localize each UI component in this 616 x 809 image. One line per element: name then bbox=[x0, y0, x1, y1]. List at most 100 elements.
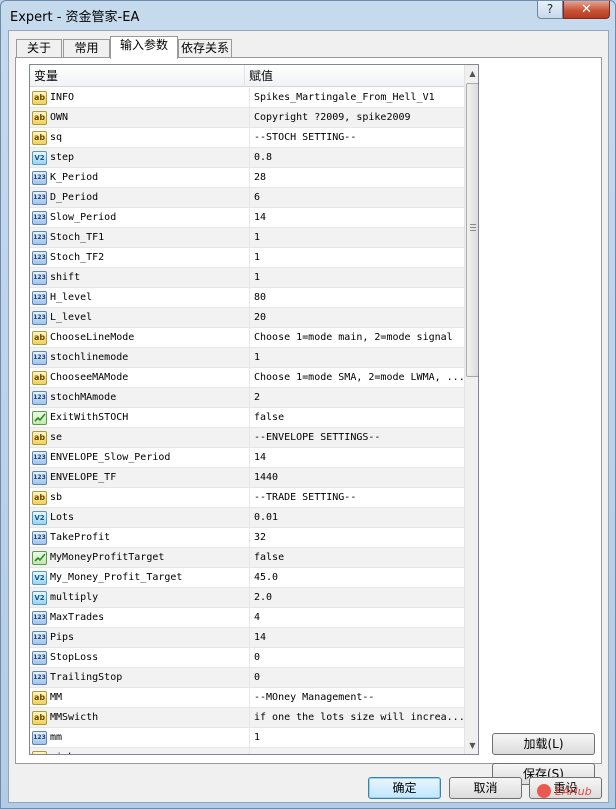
param-value[interactable]: 0.01 bbox=[249, 508, 463, 527]
param-value[interactable]: 2.0 bbox=[249, 588, 463, 607]
param-row[interactable]: 123 Pips 14 bbox=[30, 628, 464, 648]
param-name: ENVELOPE_TF bbox=[50, 472, 117, 483]
param-name: MyMoneyProfitTarget bbox=[50, 552, 165, 563]
param-row[interactable]: ab MM --MOney Management-- bbox=[30, 688, 464, 708]
param-value[interactable]: false bbox=[249, 548, 463, 567]
param-value[interactable]: if one the lots size will increa... bbox=[249, 708, 463, 727]
column-header-variable[interactable]: 变量 bbox=[30, 65, 245, 87]
ok-button[interactable]: 确定 bbox=[368, 777, 441, 799]
param-row[interactable]: 123 ENVELOPE_TF 1440 bbox=[30, 468, 464, 488]
param-value[interactable]: 2 bbox=[249, 388, 463, 407]
param-value[interactable]: 0 bbox=[249, 648, 463, 667]
param-value[interactable]: 14 bbox=[249, 628, 463, 647]
param-row[interactable]: ab se --ENVELOPE SETTINGS-- bbox=[30, 428, 464, 448]
string-type-icon: ab bbox=[32, 431, 47, 445]
tab-common[interactable]: 常用 bbox=[63, 39, 110, 58]
double-type-icon: V2 bbox=[32, 591, 47, 605]
param-value[interactable]: Choose 1=mode SMA, 2=mode LWMA, ... bbox=[249, 368, 463, 387]
param-row[interactable]: ab MMSwicth if one the lots size will incr… bbox=[30, 708, 464, 728]
param-value[interactable]: 1 bbox=[249, 348, 463, 367]
param-row[interactable]: 123 D_Period 6 bbox=[30, 188, 464, 208]
param-row[interactable]: 123 stochlinemode 1 bbox=[30, 348, 464, 368]
param-row[interactable]: V2 My_Money_Profit_Target 45.0 bbox=[30, 568, 464, 588]
param-row[interactable]: 123 Slow_Period 14 bbox=[30, 208, 464, 228]
param-row[interactable]: 123 H_level 80 bbox=[30, 288, 464, 308]
param-value[interactable]: 20 bbox=[249, 308, 463, 327]
close-button[interactable]: ✕ bbox=[563, 1, 610, 19]
param-row[interactable]: ab ChooseeMAMode Choose 1=mode SMA, 2=mode… bbox=[30, 368, 464, 388]
param-value[interactable]: 32 bbox=[249, 528, 463, 547]
param-name: INFO bbox=[50, 92, 75, 103]
param-row[interactable]: ab sq --STOCH SETTING-- bbox=[30, 128, 464, 148]
param-value[interactable]: --MOney Management-- bbox=[249, 688, 463, 707]
param-value[interactable]: 80 bbox=[249, 288, 463, 307]
param-name: MMSwicth bbox=[50, 712, 99, 723]
param-value[interactable]: Spikes_Martingale_From_Hell_V1 bbox=[249, 88, 463, 107]
param-value[interactable]: 14 bbox=[249, 208, 463, 227]
param-value[interactable]: 1 bbox=[249, 268, 463, 287]
watermark-icon bbox=[537, 784, 551, 798]
int-type-icon: 123 bbox=[32, 471, 47, 485]
param-value[interactable]: 4 bbox=[249, 608, 463, 627]
param-row[interactable]: MyMoneyProfitTarget false bbox=[30, 548, 464, 568]
param-name: Slow_Period bbox=[50, 212, 117, 223]
param-value[interactable]: 6 bbox=[249, 188, 463, 207]
param-value[interactable]: 28 bbox=[249, 168, 463, 187]
tab-about[interactable]: 关于 bbox=[16, 39, 62, 58]
int-type-icon: 123 bbox=[32, 651, 47, 665]
scroll-thumb[interactable] bbox=[466, 83, 478, 377]
param-name: MM bbox=[50, 692, 63, 703]
param-row[interactable]: 123 Stoch_TF2 1 bbox=[30, 248, 464, 268]
param-value[interactable]: --STOCH SETTING-- bbox=[249, 128, 463, 147]
param-row[interactable]: ab sb --TRADE SETTING-- bbox=[30, 488, 464, 508]
watermark-text: EAHub bbox=[555, 785, 592, 798]
param-row[interactable]: 123 K_Period 28 bbox=[30, 168, 464, 188]
int-type-icon: 123 bbox=[32, 531, 47, 545]
param-row[interactable]: V2 Lots 0.01 bbox=[30, 508, 464, 528]
tab-dependencies[interactable]: 依存关系 bbox=[178, 39, 232, 58]
param-value[interactable]: Choose 1=mode main, 2=mode signal bbox=[249, 328, 463, 347]
help-button[interactable]: ? bbox=[537, 1, 563, 19]
vertical-scrollbar[interactable]: ▲ ▼ bbox=[464, 65, 478, 754]
param-row[interactable]: 123 ENVELOPE_Slow_Period 14 bbox=[30, 448, 464, 468]
param-row[interactable]: ExitWithSTOCH false bbox=[30, 408, 464, 428]
param-row[interactable]: 123 L_level 20 bbox=[30, 308, 464, 328]
scroll-up-icon[interactable]: ▲ bbox=[465, 65, 478, 82]
param-value[interactable]: 45.0 bbox=[249, 568, 463, 587]
param-value[interactable]: 1 bbox=[249, 228, 463, 247]
param-value[interactable]: ... bbox=[249, 748, 463, 754]
param-value[interactable]: Copyright ?2009, spike2009 bbox=[249, 108, 463, 127]
column-header-value[interactable]: 赋值 bbox=[245, 65, 464, 87]
param-row[interactable]: V2 step 0.8 bbox=[30, 148, 464, 168]
param-row[interactable]: 123 TrailingStop 0 bbox=[30, 668, 464, 688]
param-name: Lots bbox=[50, 512, 75, 523]
param-value[interactable]: 0.8 bbox=[249, 148, 463, 167]
param-row[interactable]: abrisk... bbox=[30, 748, 464, 754]
param-row[interactable]: 123 shift 1 bbox=[30, 268, 464, 288]
param-value[interactable]: 14 bbox=[249, 448, 463, 467]
param-value[interactable]: false bbox=[249, 408, 463, 427]
scroll-down-icon[interactable]: ▼ bbox=[465, 737, 478, 754]
param-name: shift bbox=[50, 272, 81, 283]
param-row[interactable]: ab OWN Copyright ?2009, spike2009 bbox=[30, 108, 464, 128]
param-row[interactable]: 123 stochMAmode 2 bbox=[30, 388, 464, 408]
param-row[interactable]: 123 Stoch_TF1 1 bbox=[30, 228, 464, 248]
param-row[interactable]: 123 mm 1 bbox=[30, 728, 464, 748]
load-button[interactable]: 加载(L) bbox=[492, 733, 595, 755]
param-value[interactable]: 1440 bbox=[249, 468, 463, 487]
param-row[interactable]: 123 StopLoss 0 bbox=[30, 648, 464, 668]
title-bar[interactable]: Expert - 资金管家-EA ? ✕ bbox=[1, 1, 615, 29]
tab-inputs[interactable]: 输入参数 bbox=[110, 36, 178, 59]
param-value[interactable]: --ENVELOPE SETTINGS-- bbox=[249, 428, 463, 447]
param-value[interactable]: --TRADE SETTING-- bbox=[249, 488, 463, 507]
param-row[interactable]: ab INFO Spikes_Martingale_From_Hell_V1 bbox=[30, 88, 464, 108]
param-row[interactable]: 123 TakeProfit 32 bbox=[30, 528, 464, 548]
param-value[interactable]: 1 bbox=[249, 248, 463, 267]
param-name: mm bbox=[50, 732, 63, 743]
param-value[interactable]: 1 bbox=[249, 728, 463, 747]
param-value[interactable]: 0 bbox=[249, 668, 463, 687]
param-row[interactable]: 123 MaxTrades 4 bbox=[30, 608, 464, 628]
param-row[interactable]: ab ChooseLineMode Choose 1=mode main, 2=mo… bbox=[30, 328, 464, 348]
cancel-button[interactable]: 取消 bbox=[449, 777, 522, 799]
param-row[interactable]: V2 multiply 2.0 bbox=[30, 588, 464, 608]
